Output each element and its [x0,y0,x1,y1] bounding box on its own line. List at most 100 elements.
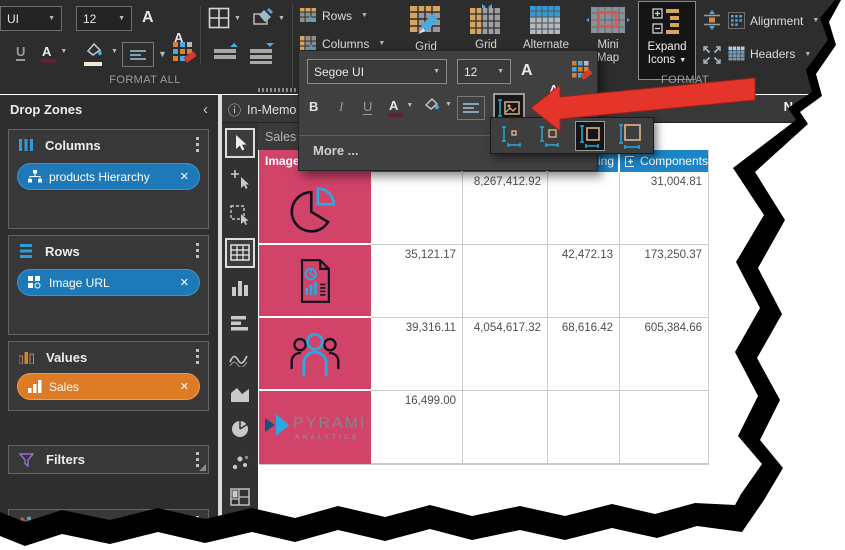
image-size-large-option[interactable] [575,121,605,151]
toolbar-align-button[interactable] [457,96,485,120]
toolbar-font-color-button[interactable]: A ▼ [389,98,413,113]
format-grid-colors-button[interactable] [172,41,196,70]
grid-cell[interactable] [620,391,708,464]
grid-cell[interactable]: 39,316.11 [371,318,463,391]
rows-drop-zone[interactable]: Rows Image URL ✕ [8,235,209,335]
font-color-swatch [41,59,56,63]
grid-cell[interactable]: 35,121.17 [371,245,463,318]
collapse-panel-icon[interactable]: ‹ [203,101,208,118]
image-size-medium-option[interactable] [537,123,563,149]
grid-cell[interactable]: 16,499.00 [371,391,463,464]
row-height-increase-button[interactable] [212,42,240,69]
values-drop-zone[interactable]: Values Sales ✕ [8,341,209,411]
toolbar-fill-color-button[interactable]: ▼ [423,96,452,112]
remove-chip-icon[interactable]: ✕ [180,170,189,183]
row-header-report-image[interactable] [259,245,371,318]
row-header-pie-image[interactable] [259,172,371,245]
grid-cell[interactable]: 31,004.81 [620,172,708,245]
toolbar-font-select[interactable]: Segoe UI ▼ [307,59,447,84]
line-chart-button[interactable] [229,348,251,370]
select-region-tool-button[interactable] [229,204,251,226]
distribute-rows-button[interactable] [702,10,722,35]
area-chart-button[interactable] [229,383,251,405]
rows-format-button[interactable]: Rows ▼ [300,8,368,23]
toolbar-colorful-grid-button[interactable] [571,60,593,87]
fill-color-button[interactable]: ▼ [84,41,118,62]
dropdown-caret-icon: ▼ [60,48,67,55]
underline-button[interactable]: U [16,44,25,61]
logo-text: PYRAMID [293,415,368,432]
column-chart-button[interactable] [229,276,251,298]
row-header-logo-image[interactable]: PYRAMID ANALYTICS [259,391,371,464]
clear-format-button[interactable]: ▼ [252,7,285,29]
treemap-chart-button[interactable] [229,486,251,508]
ribbon-font-select[interactable]: UI ▼ [0,6,62,31]
alternate-rows-button[interactable]: Alternate [518,4,574,52]
align-lines-icon [462,102,480,114]
image-grid-icon [28,276,42,289]
borders-button[interactable]: ▼ [208,7,241,29]
align-button[interactable]: ▼ [122,42,167,67]
values-bars-icon [19,350,34,364]
menu-dots-icon[interactable] [196,452,200,468]
chip-products-hierarchy[interactable]: products Hierarchy ✕ [17,163,200,190]
gauge-chart-button[interactable] [229,520,251,542]
remove-chip-icon[interactable]: ✕ [180,276,189,289]
chip-image-url[interactable]: Image URL ✕ [17,269,200,296]
in-memory-tab[interactable]: ⓘ In-Memo [228,100,296,119]
headers-table-icon [728,46,745,62]
grid-cell[interactable] [463,245,548,318]
grid-cell[interactable]: 605,384.66 [620,318,708,391]
toolbar-decrease-font-button[interactable]: A▲ [549,82,845,97]
pointer-tool-button[interactable] [225,128,255,158]
grid-style-button[interactable]: Grid [398,4,454,54]
grid-visual-button[interactable] [225,238,255,268]
ribbon-size-select[interactable]: 12 ▼ [76,6,132,31]
image-size-small-option[interactable] [499,123,525,149]
add-point-tool-button[interactable] [229,168,251,190]
underline-button[interactable]: U [363,99,372,115]
alignment-button[interactable]: Alignment ▼ [728,12,819,29]
grid-cell[interactable]: 173,250.37 [620,245,708,318]
grid-cell[interactable] [463,391,548,464]
chip-sales[interactable]: Sales ✕ [17,373,200,400]
partial-drop-zone[interactable] [8,520,209,542]
app-window: UI ▼ 12 ▼ A▲ A▼ ▼ ▼ U A ▼ [0,0,845,550]
menu-dots-icon[interactable] [196,523,200,539]
menu-dots-icon[interactable] [196,137,200,153]
row-height-down-icon [248,42,276,64]
grid-cell[interactable] [371,172,463,245]
dropdown-caret-icon: ▼ [812,17,819,24]
filters-drop-zone[interactable]: Filters [8,445,209,474]
row-height-decrease-button[interactable] [248,42,276,69]
font-color-button[interactable]: A ▼ [42,44,67,59]
menu-dots-icon[interactable] [196,243,200,259]
italic-button[interactable]: I [339,99,343,115]
remove-chip-icon[interactable]: ✕ [180,380,189,393]
row-header-people-image[interactable] [259,318,371,391]
grid-cell[interactable] [548,172,620,245]
grid-cell[interactable]: 8,267,412.92 [463,172,548,245]
view-bar-right-text: N [784,99,793,114]
pie-chart-button[interactable] [229,418,251,440]
headers-button[interactable]: Headers ▼ [728,46,811,62]
grid-layout-button[interactable]: Grid [458,4,514,52]
grid-cell[interactable]: 42,472.13 [548,245,620,318]
scatter-chart-button[interactable] [229,452,251,474]
toolbar-increase-font-button[interactable]: A▲ [521,62,819,80]
image-size-xlarge-option[interactable] [617,123,643,149]
columns-drop-zone[interactable]: Columns products Hierarchy ✕ [8,129,209,229]
more-options-link[interactable]: More ... [313,143,359,158]
dropdown-caret-icon: ▼ [118,15,125,22]
values-zone-label: Values [46,350,87,365]
menu-dots-icon[interactable] [196,349,200,365]
pyramid-analytics-logo: PYRAMID ANALYTICS [262,411,368,445]
grid-cell[interactable] [548,391,620,464]
expand-plus-icon[interactable] [625,156,634,167]
bar-chart-button[interactable] [229,312,251,334]
toolbar-size-select[interactable]: 12 ▼ [457,59,511,84]
grid-cell[interactable]: 68,616.42 [548,318,620,391]
columns-format-button[interactable]: Columns ▼ [300,36,385,51]
grid-cell[interactable]: 4,054,617.32 [463,318,548,391]
bold-button[interactable]: B [309,99,318,114]
